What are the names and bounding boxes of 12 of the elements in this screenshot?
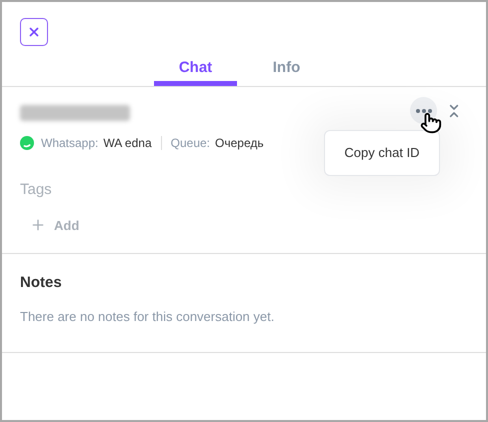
- notes-title: Notes: [20, 273, 63, 293]
- notes-empty-text: There are no notes for this conversation yet.: [20, 308, 276, 326]
- channel-label: Whatsapp:: [41, 135, 98, 152]
- queue-label: Queue:: [170, 135, 210, 152]
- tab[interactable]: Info: [245, 56, 328, 86]
- queue-value: Очередь: [215, 135, 264, 152]
- close-icon: [27, 25, 41, 39]
- menu-item[interactable]: Copy chat ID: [344, 143, 420, 163]
- tab[interactable]: Chat: [154, 56, 237, 86]
- tags-title: Tags: [20, 180, 53, 200]
- channel-value: WA edna: [103, 135, 152, 152]
- close-button[interactable]: [20, 18, 48, 46]
